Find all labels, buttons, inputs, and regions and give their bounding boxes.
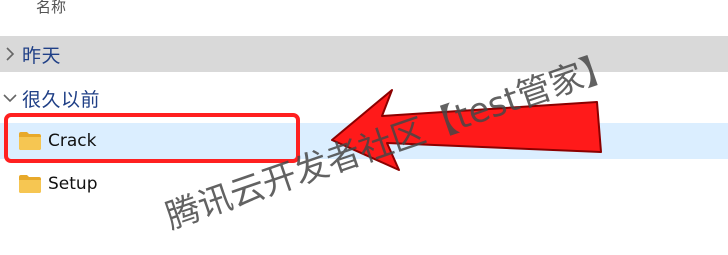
file-explorer-list: 名称 昨天 很久以前 Crack Setup 腾讯云开发者社区【test管家】 <box>0 0 728 255</box>
